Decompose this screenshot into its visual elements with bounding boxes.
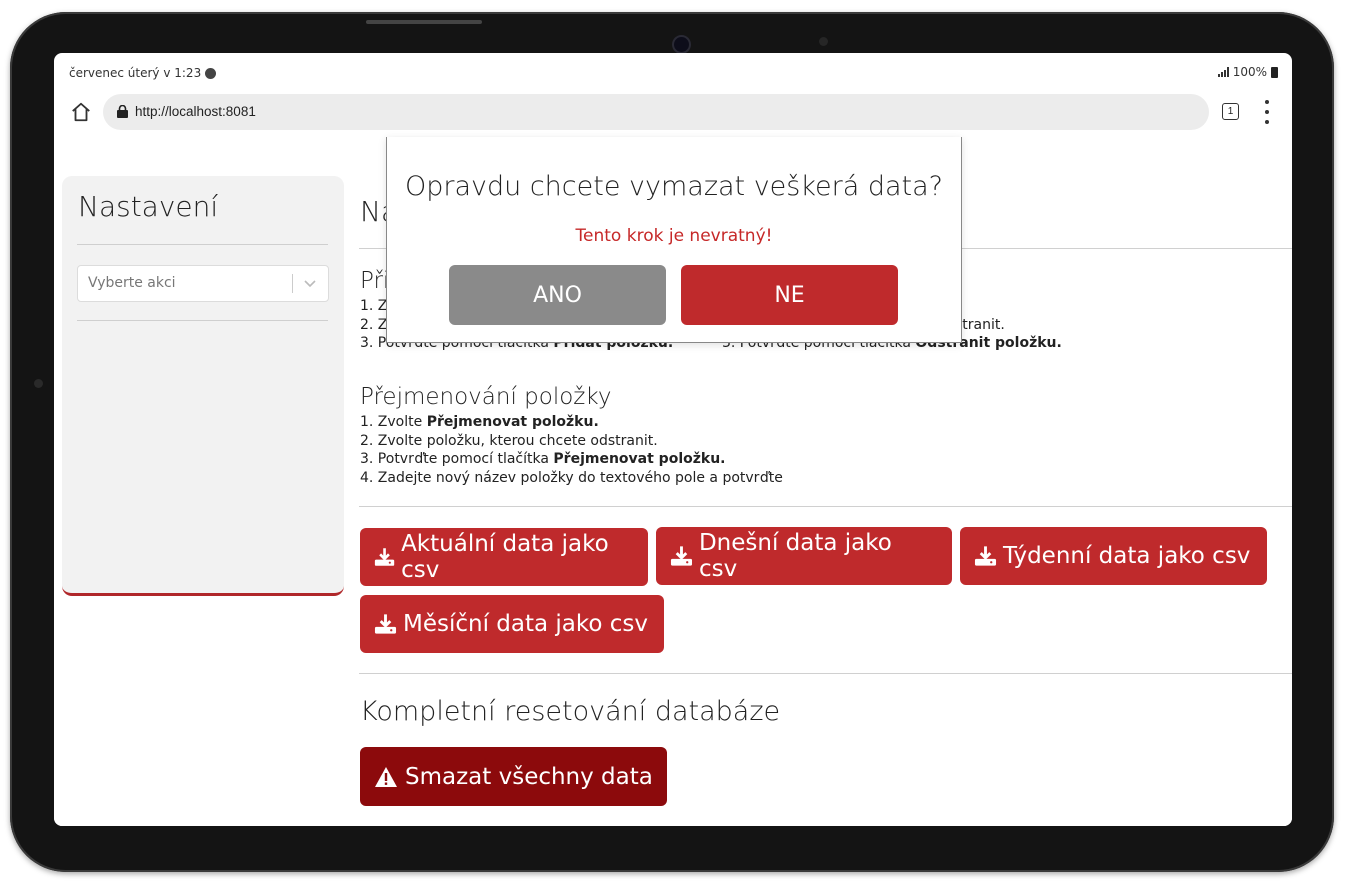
download-icon xyxy=(374,548,395,566)
select-separator xyxy=(292,274,293,293)
action-select[interactable]: Vyberte akci xyxy=(77,265,329,302)
warning-icon xyxy=(375,766,397,787)
rename-step-2: 2. Zvolte položku, kterou chcete odstran… xyxy=(360,432,658,449)
side-sensor xyxy=(34,379,43,388)
status-time: červenec úterý v 1:23 xyxy=(69,66,202,80)
download-icon xyxy=(670,546,693,566)
download-today-label: Dnešní data jako csv xyxy=(698,530,892,582)
status-bar: červenec úterý v 1:23 100% xyxy=(54,53,1292,91)
browser-toolbar: http://localhost:8081 1 xyxy=(54,91,1292,137)
page-content: Nastavení Vyberte akci Na Při 1. Z 2. Z … xyxy=(54,137,1292,826)
rename-step-1: 1. Zvolte Přejmenovat položku. xyxy=(360,414,599,430)
confirm-yes-button[interactable]: ANO xyxy=(449,265,666,325)
rename-section-title: Přejmenování položky xyxy=(360,384,612,410)
light-sensor xyxy=(819,37,828,46)
power-button xyxy=(366,20,482,24)
front-camera xyxy=(674,37,689,52)
battery-icon xyxy=(1271,66,1278,78)
reset-section-title: Kompletní resetování databáze xyxy=(360,696,781,727)
download-current-label: Aktuální data jako csv xyxy=(401,531,609,583)
dialog-title: Opravdu chcete vymazat veškerá data? xyxy=(404,171,944,202)
divider xyxy=(359,673,1292,674)
home-icon[interactable] xyxy=(70,101,92,123)
screen: červenec úterý v 1:23 100% http://localh… xyxy=(54,53,1292,826)
delete-all-data-label: Smazat všechny data xyxy=(405,763,653,790)
more-menu-icon[interactable] xyxy=(1257,100,1277,124)
confirm-no-button[interactable]: NE xyxy=(681,265,898,325)
select-placeholder: Vyberte akci xyxy=(88,275,176,291)
divider xyxy=(359,506,1292,507)
chevron-down-icon[interactable] xyxy=(303,276,317,290)
battery-percent: 100% xyxy=(1232,65,1267,79)
address-bar[interactable]: http://localhost:8081 xyxy=(103,94,1209,130)
download-weekly-label: Týdenní data jako csv xyxy=(1003,543,1251,569)
delete-all-data-button[interactable]: Smazat všechny data xyxy=(360,747,667,806)
download-monthly-button[interactable]: Měsíční data jako csv xyxy=(360,595,664,653)
download-weekly-button[interactable]: Týdenní data jako csv xyxy=(960,527,1267,585)
divider xyxy=(77,320,328,321)
rename-step-4: 4. Zadejte nový název položky do textové… xyxy=(360,470,783,487)
signal-icon xyxy=(1217,67,1229,77)
download-icon xyxy=(974,546,997,566)
download-today-button[interactable]: Dnešní data jako csv xyxy=(656,527,952,585)
dialog-warning: Tento krok je nevratný! xyxy=(575,226,773,246)
rename-step-3: 3. Potvrďte pomocí tlačítka Přejmenovat … xyxy=(360,451,726,468)
download-monthly-label: Měsíční data jako csv xyxy=(403,611,649,637)
add-section-title: Při xyxy=(360,268,390,294)
lock-icon xyxy=(117,105,128,118)
tab-switcher-icon[interactable]: 1 xyxy=(1222,103,1239,120)
url-text: http://localhost:8081 xyxy=(135,104,256,119)
download-current-button[interactable]: Aktuální data jako csv xyxy=(360,528,648,586)
divider xyxy=(77,244,328,245)
spotify-icon xyxy=(205,67,217,79)
rename-steps: 1. Zvolte Přejmenovat položku. 2. Zvolte… xyxy=(360,413,783,488)
sidebar-title: Nastavení xyxy=(78,190,219,223)
settings-sidebar: Nastavení Vyberte akci xyxy=(62,176,344,596)
download-icon xyxy=(374,614,397,634)
confirm-delete-dialog: Opravdu chcete vymazat veškerá data? Ten… xyxy=(386,137,962,343)
